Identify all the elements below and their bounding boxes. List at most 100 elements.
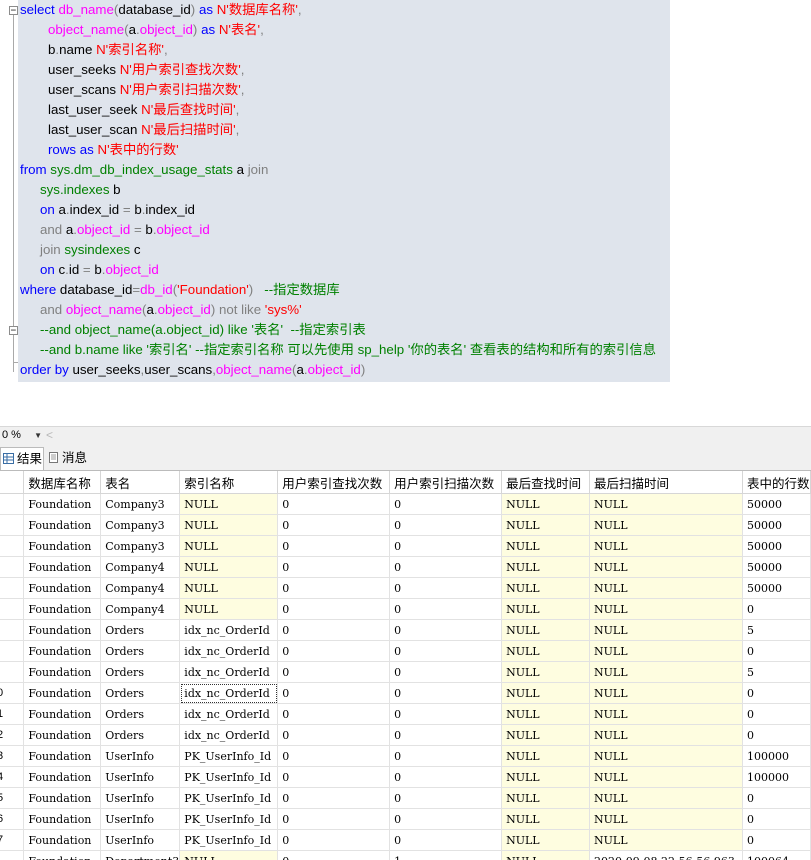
table-cell[interactable]: 0: [277, 661, 391, 683]
table-cell[interactable]: NULL: [179, 556, 279, 578]
row-number[interactable]: [0, 661, 25, 683]
table-row[interactable]: Foundation Orders idx_nc_OrderId 0 0 NULL NULL…: [0, 640, 811, 662]
table-cell[interactable]: NULL: [589, 514, 743, 536]
table-row[interactable]: Foundation Company3 NULL 0 0 NULL NULL 50000: [0, 535, 811, 557]
table-row[interactable]: Foundation Orders idx_nc_OrderId 0 0 NULL NULL…: [0, 661, 811, 683]
table-cell[interactable]: NULL: [501, 850, 591, 860]
column-header[interactable]: 数据库名称: [23, 471, 102, 494]
table-cell[interactable]: NULL: [501, 661, 591, 683]
table-cell[interactable]: NULL: [589, 787, 743, 809]
table-cell[interactable]: 0: [389, 535, 503, 557]
row-number[interactable]: [0, 535, 25, 557]
row-number[interactable]: [0, 598, 25, 620]
table-cell[interactable]: 0: [742, 724, 811, 746]
table-row[interactable]: Foundation Orders idx_nc_OrderId 0 0 NULL NULL…: [0, 619, 811, 641]
table-cell[interactable]: NULL: [501, 829, 591, 851]
table-cell[interactable]: 0: [742, 682, 811, 704]
table-cell[interactable]: PK_UserInfo_Id: [179, 787, 279, 809]
table-cell[interactable]: NULL: [501, 514, 591, 536]
table-cell[interactable]: NULL: [501, 640, 591, 662]
table-cell[interactable]: Foundation: [23, 640, 102, 662]
table-row[interactable]: FoundationDepartment3NULL01NULL2020-09-0…: [0, 850, 811, 860]
table-cell[interactable]: NULL: [501, 577, 591, 599]
table-cell[interactable]: NULL: [501, 703, 591, 725]
table-cell[interactable]: NULL: [589, 829, 743, 851]
table-cell[interactable]: Company3: [100, 535, 181, 557]
table-cell[interactable]: Foundation: [23, 703, 102, 725]
table-cell[interactable]: 0: [277, 619, 391, 641]
column-header[interactable]: 表中的行数: [742, 471, 811, 494]
table-cell[interactable]: idx_nc_OrderId: [179, 661, 279, 683]
table-cell[interactable]: 0: [389, 493, 503, 515]
table-cell[interactable]: 0: [742, 640, 811, 662]
table-cell[interactable]: 0: [277, 703, 391, 725]
column-header[interactable]: 用户索引扫描次数: [389, 471, 503, 494]
table-cell[interactable]: Orders: [100, 619, 181, 641]
table-row[interactable]: Foundation Company4 NULL 0 0 NULL NULL 0: [0, 598, 811, 620]
table-cell[interactable]: 0: [742, 808, 811, 830]
table-row[interactable]: Foundation Company4 NULL 0 0 NULL NULL 50000: [0, 577, 811, 599]
tab-results[interactable]: 结果: [0, 447, 44, 470]
table-cell[interactable]: 50000: [742, 493, 811, 515]
zoom-select[interactable]: 0 % ▼: [0, 428, 42, 443]
table-cell[interactable]: 0: [389, 640, 503, 662]
row-number[interactable]: 5: [0, 787, 25, 809]
table-cell[interactable]: NULL: [589, 640, 743, 662]
table-cell[interactable]: NULL: [501, 787, 591, 809]
table-row[interactable]: 3FoundationUserInfoPK_UserInfo_Id00NULLN…: [0, 745, 811, 767]
row-number[interactable]: 3: [0, 745, 25, 767]
table-cell[interactable]: 1: [389, 850, 503, 860]
row-number[interactable]: 6: [0, 808, 25, 830]
table-cell[interactable]: Company4: [100, 577, 181, 599]
table-cell[interactable]: 5: [742, 661, 811, 683]
table-cell[interactable]: idx_nc_OrderId: [179, 703, 279, 725]
table-cell[interactable]: idx_nc_OrderId: [179, 682, 279, 704]
table-row[interactable]: Foundation Company3 NULL 0 0 NULL NULL 50000: [0, 493, 811, 515]
table-cell[interactable]: 100064: [742, 850, 811, 860]
table-cell[interactable]: Orders: [100, 661, 181, 683]
row-number[interactable]: [0, 850, 25, 860]
table-cell[interactable]: Foundation: [23, 661, 102, 683]
table-cell[interactable]: 0: [277, 850, 391, 860]
table-cell[interactable]: Orders: [100, 640, 181, 662]
table-cell[interactable]: Foundation: [23, 787, 102, 809]
table-cell[interactable]: 0: [277, 577, 391, 599]
table-cell[interactable]: Foundation: [23, 682, 102, 704]
row-number[interactable]: 2: [0, 724, 25, 746]
table-cell[interactable]: NULL: [501, 724, 591, 746]
table-cell[interactable]: 0: [389, 787, 503, 809]
table-cell[interactable]: NULL: [589, 577, 743, 599]
table-cell[interactable]: 0: [742, 829, 811, 851]
row-number[interactable]: [0, 577, 25, 599]
table-cell[interactable]: 0: [277, 493, 391, 515]
table-cell[interactable]: 0: [277, 808, 391, 830]
table-cell[interactable]: 0: [277, 829, 391, 851]
table-cell[interactable]: 50000: [742, 535, 811, 557]
table-cell[interactable]: Foundation: [23, 619, 102, 641]
table-cell[interactable]: 0: [389, 514, 503, 536]
table-cell[interactable]: Foundation: [23, 745, 102, 767]
table-cell[interactable]: NULL: [589, 619, 743, 641]
row-number[interactable]: [0, 640, 25, 662]
table-cell[interactable]: Foundation: [23, 493, 102, 515]
table-cell[interactable]: NULL: [501, 598, 591, 620]
table-row[interactable]: 1FoundationOrdersidx_nc_OrderId00NULLNUL…: [0, 703, 811, 725]
table-cell[interactable]: 2020-09-08 22:56:56.963: [589, 850, 743, 860]
table-cell[interactable]: Foundation: [23, 829, 102, 851]
results-grid[interactable]: 数据库名称 表名 索引名称 用户索引查找次数 用户索引扫描次数 最后查找时间 最后扫描时间表…: [0, 471, 811, 860]
table-cell[interactable]: Foundation: [23, 577, 102, 599]
table-cell[interactable]: 0: [389, 682, 503, 704]
table-cell[interactable]: NULL: [501, 556, 591, 578]
column-header[interactable]: 表名: [100, 471, 181, 494]
table-cell[interactable]: 100000: [742, 766, 811, 788]
table-cell[interactable]: NULL: [179, 850, 279, 860]
table-cell[interactable]: NULL: [501, 493, 591, 515]
table-cell[interactable]: NULL: [589, 598, 743, 620]
table-cell[interactable]: 50000: [742, 556, 811, 578]
row-number[interactable]: 4: [0, 766, 25, 788]
table-cell[interactable]: 0: [277, 640, 391, 662]
table-cell[interactable]: idx_nc_OrderId: [179, 640, 279, 662]
table-row[interactable]: 5FoundationUserInfoPK_UserInfo_Id00NULLN…: [0, 787, 811, 809]
table-row[interactable]: 4FoundationUserInfoPK_UserInfo_Id00NULLN…: [0, 766, 811, 788]
table-cell[interactable]: NULL: [179, 577, 279, 599]
